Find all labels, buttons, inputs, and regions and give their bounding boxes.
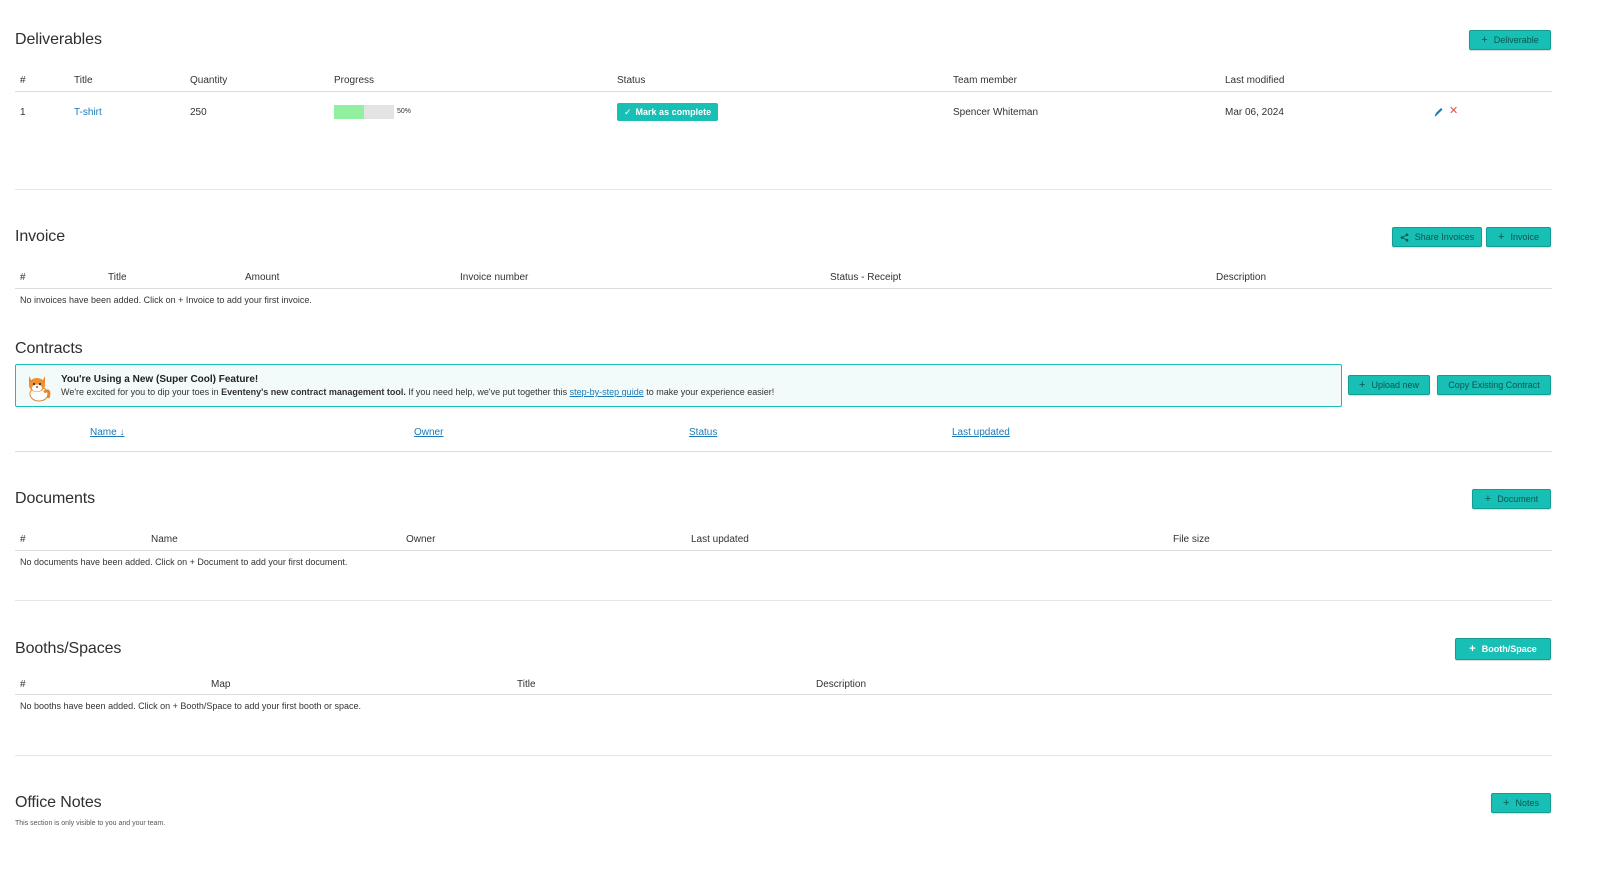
add-booth-space-label: Booth/Space: [1481, 644, 1537, 654]
table-header-divider: [15, 550, 1552, 551]
section-divider: [15, 755, 1552, 756]
add-deliverable-button[interactable]: + Deliverable: [1469, 30, 1551, 50]
step-by-step-guide-link[interactable]: step-by-step guide: [570, 387, 644, 397]
row-number: 1: [20, 107, 26, 118]
progress-bar: [334, 105, 394, 119]
deliverable-quantity: 250: [190, 107, 207, 118]
upload-new-label: Upload new: [1371, 380, 1419, 390]
col-header-file-size: File size: [1173, 534, 1210, 545]
plus-icon: +: [1359, 378, 1366, 391]
copy-existing-contract-button[interactable]: Copy Existing Contract: [1437, 375, 1551, 395]
new-feature-banner: You're Using a New (Super Cool) Feature!…: [15, 364, 1342, 407]
col-header-invoice-number: Invoice number: [460, 272, 529, 283]
add-notes-label: Notes: [1515, 798, 1539, 808]
col-header-quantity: Quantity: [190, 75, 228, 86]
col-header-title: Title: [108, 272, 127, 283]
col-header-title: Title: [517, 679, 536, 690]
deliverable-title-link[interactable]: T-shirt: [74, 107, 102, 118]
banner-text-outro: to make your experience easier!: [643, 387, 775, 397]
col-header-num: #: [20, 272, 26, 283]
fox-mascot-icon: [24, 370, 52, 402]
col-header-map: Map: [211, 679, 231, 690]
col-header-name: Name: [151, 534, 178, 545]
documents-title: Documents: [15, 490, 96, 507]
mark-complete-button[interactable]: ✓ Mark as complete: [617, 103, 719, 121]
banner-text-middle: If you need help, we've put together thi…: [405, 387, 570, 397]
add-notes-button[interactable]: + Notes: [1491, 793, 1551, 813]
col-header-owner: Owner: [406, 534, 436, 545]
invoice-empty-message: No invoices have been added. Click on + …: [20, 295, 312, 305]
table-header-divider: [15, 91, 1552, 92]
table-header-divider: [15, 288, 1552, 289]
col-header-last-updated: Last updated: [691, 534, 749, 545]
share-invoices-button[interactable]: Share Invoices: [1392, 227, 1482, 247]
invoice-title: Invoice: [15, 228, 65, 245]
add-booth-space-button[interactable]: + Booth/Space: [1455, 638, 1551, 660]
sort-by-name[interactable]: Name ↓: [90, 427, 124, 438]
last-modified-date: Mar 06, 2024: [1225, 107, 1284, 118]
col-header-num: #: [20, 679, 26, 690]
col-header-num: #: [20, 534, 26, 545]
col-header-team-member: Team member: [953, 75, 1017, 86]
table-header-divider: [15, 451, 1552, 452]
col-header-progress: Progress: [334, 75, 375, 86]
add-invoice-label: Invoice: [1510, 232, 1539, 242]
col-header-description: Description: [1216, 272, 1267, 283]
mark-complete-label: Mark as complete: [635, 107, 712, 117]
sort-by-last-updated[interactable]: Last updated: [952, 427, 1010, 438]
share-icon: [1400, 233, 1409, 241]
office-notes-visibility-note: This section is only visible to you and …: [15, 820, 166, 827]
plus-icon: +: [1498, 230, 1505, 243]
delete-icon[interactable]: ✕: [1449, 104, 1458, 117]
office-notes-title: Office Notes: [15, 794, 102, 811]
deliverables-title: Deliverables: [15, 31, 102, 48]
sort-by-status[interactable]: Status: [689, 427, 717, 438]
col-header-amount: Amount: [245, 272, 280, 283]
banner-text: We're excited for you to dip your toes i…: [61, 387, 774, 397]
edit-icon[interactable]: [1433, 105, 1444, 117]
banner-text-intro: We're excited for you to dip your toes i…: [61, 387, 222, 397]
booths-empty-message: No booths have been added. Click on + Bo…: [20, 701, 361, 711]
check-icon: ✓: [624, 106, 632, 117]
banner-text-bold: Eventeny's new contract management tool.: [221, 387, 406, 397]
plus-icon: +: [1481, 33, 1488, 46]
col-header-status-receipt: Status - Receipt: [830, 272, 902, 283]
col-header-description: Description: [816, 679, 867, 690]
add-deliverable-label: Deliverable: [1493, 35, 1539, 45]
sort-name-label: Name: [90, 427, 117, 438]
documents-empty-message: No documents have been added. Click on +…: [20, 557, 348, 567]
section-divider: [15, 189, 1552, 190]
progress-bar-fill: [334, 105, 364, 119]
add-invoice-button[interactable]: + Invoice: [1486, 227, 1551, 247]
add-document-label: Document: [1497, 494, 1539, 504]
copy-existing-label: Copy Existing Contract: [1448, 380, 1540, 390]
table-header-divider: [15, 694, 1552, 695]
col-header-num: #: [20, 75, 26, 86]
sort-arrow-icon: ↓: [119, 427, 125, 438]
progress-percent: 50%: [397, 108, 412, 115]
plus-icon: +: [1484, 492, 1492, 505]
col-header-last-modified: Last modified: [1225, 75, 1285, 86]
section-divider: [15, 600, 1552, 601]
add-document-button[interactable]: + Document: [1472, 489, 1551, 509]
banner-title: You're Using a New (Super Cool) Feature!: [61, 374, 259, 385]
sort-by-owner[interactable]: Owner: [414, 427, 443, 438]
share-invoices-label: Share Invoices: [1414, 232, 1475, 242]
plus-icon: +: [1469, 642, 1476, 655]
col-header-status: Status: [617, 75, 646, 86]
col-header-title: Title: [74, 75, 93, 86]
upload-new-contract-button[interactable]: + Upload new: [1348, 375, 1430, 395]
plus-icon: +: [1503, 796, 1510, 809]
booths-title: Booths/Spaces: [15, 640, 122, 657]
contracts-title: Contracts: [15, 340, 83, 357]
team-member-name: Spencer Whiteman: [953, 107, 1039, 118]
